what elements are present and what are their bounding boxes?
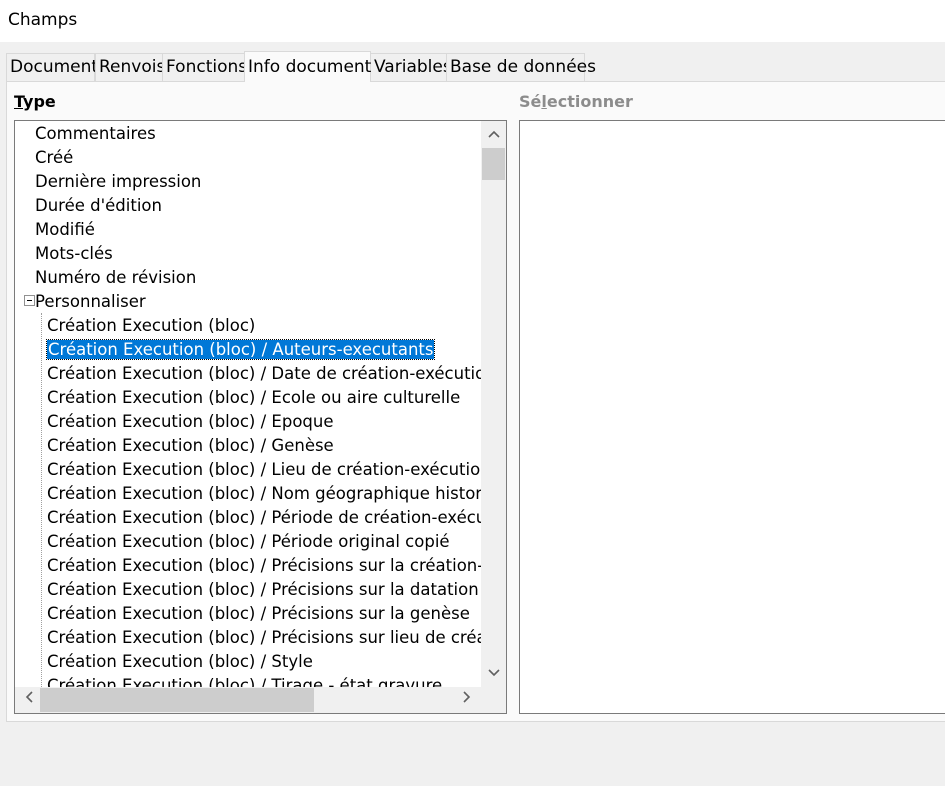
type-tree-viewport: Commentaires Créé Dernière impression Du…	[15, 121, 481, 687]
tab-variables[interactable]: Variables	[370, 53, 452, 82]
tree-connector-line	[41, 313, 42, 687]
tree-item-mots-cles[interactable]: Mots-clés	[35, 242, 113, 266]
tree-item-cree[interactable]: Créé	[35, 146, 73, 170]
select-label: Sélectionner	[519, 92, 633, 111]
tree-child-item[interactable]: Création Execution (bloc) / Période orig…	[47, 530, 450, 554]
tab-document[interactable]: Document	[6, 53, 98, 82]
vertical-scroll-thumb[interactable]	[482, 148, 505, 180]
tab-strip: Document Renvois Fonctions Info document…	[6, 51, 945, 82]
collapse-minus-icon[interactable]	[24, 295, 35, 306]
tab-info-document[interactable]: Info document	[244, 51, 371, 82]
tree-child-item[interactable]: Création Execution (bloc) / Précisions s…	[47, 602, 470, 626]
tab-renvois[interactable]: Renvois	[95, 53, 165, 82]
tree-child-item[interactable]: Création Execution (bloc) / Précisions s…	[47, 554, 481, 578]
tree-child-item[interactable]: Création Execution (bloc) / Style	[47, 650, 313, 674]
tree-child-item[interactable]: Création Execution (bloc) / Précisions s…	[47, 626, 481, 650]
chevron-left-icon[interactable]	[16, 688, 41, 712]
select-list[interactable]	[519, 120, 945, 714]
type-label-rest: ype	[23, 92, 56, 111]
tab-fonctions[interactable]: Fonctions	[162, 53, 247, 82]
tree-child-item[interactable]: Création Execution (bloc) / Nom géograph…	[47, 482, 481, 506]
type-label-mnemonic: T	[14, 92, 24, 111]
select-label-rest: ectionner	[546, 92, 633, 111]
tree-item-numero-revision[interactable]: Numéro de révision	[35, 266, 196, 290]
tree-child-item[interactable]: Création Execution (bloc) / Tirage - éta…	[47, 674, 442, 687]
window-title: Champs	[8, 10, 78, 30]
tree-child-item[interactable]: Création Execution (bloc) / Epoque	[47, 410, 334, 434]
tab-base-de-donnees[interactable]: Base de données	[446, 53, 596, 82]
tree-child-item[interactable]: Création Execution (bloc)	[47, 314, 255, 338]
vertical-scrollbar[interactable]	[481, 121, 506, 687]
tree-item-modifie[interactable]: Modifié	[35, 218, 95, 242]
tree-item-personnaliser[interactable]: Personnaliser	[35, 290, 146, 314]
type-label: Type	[14, 92, 56, 111]
horizontal-scroll-thumb[interactable]	[40, 688, 314, 712]
tree-child-item[interactable]: Création Execution (bloc) / Date de créa…	[47, 362, 481, 386]
tree-item-duree-edition[interactable]: Durée d'édition	[35, 194, 162, 218]
chevron-down-icon[interactable]	[481, 662, 506, 686]
tree-child-item[interactable]: Création Execution (bloc) / Genèse	[47, 434, 334, 458]
tree-item-commentaires[interactable]: Commentaires	[35, 122, 156, 146]
horizontal-scrollbar[interactable]	[15, 687, 506, 713]
tree-child-item[interactable]: Création Execution (bloc) / Période de c…	[47, 506, 481, 530]
tree-child-item-selected[interactable]: Création Execution (bloc) / Auteurs-exec…	[45, 338, 436, 362]
tree-child-item[interactable]: Création Execution (bloc) / Lieu de créa…	[47, 458, 481, 482]
chevron-up-icon[interactable]	[481, 123, 506, 147]
tree-item-derniere-impression[interactable]: Dernière impression	[35, 170, 201, 194]
tree-child-item[interactable]: Création Execution (bloc) / Ecole ou air…	[47, 386, 460, 410]
type-tree-list[interactable]: Commentaires Créé Dernière impression Du…	[14, 120, 507, 714]
title-bar: Champs	[0, 0, 945, 42]
select-label-pre: Sé	[519, 92, 542, 111]
tree-child-item[interactable]: Création Execution (bloc) / Précisions s…	[47, 578, 479, 602]
chevron-right-icon[interactable]	[454, 688, 479, 712]
